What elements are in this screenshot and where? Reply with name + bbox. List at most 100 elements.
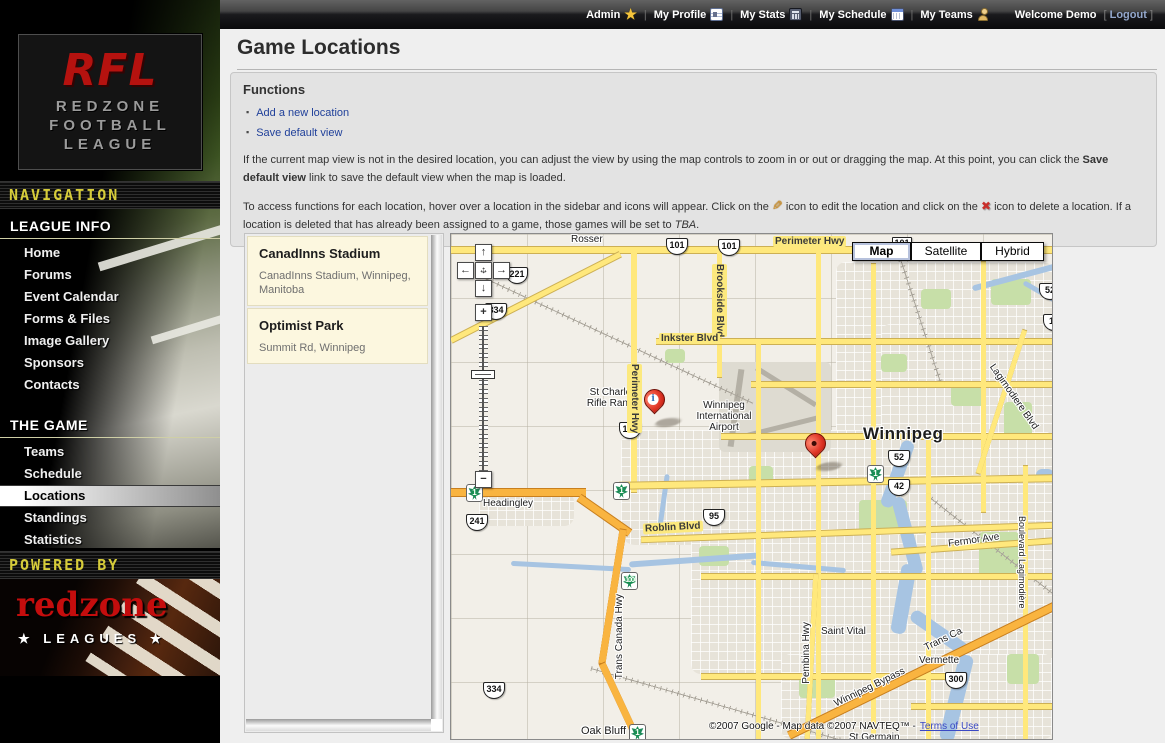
pan-right-button[interactable]: → <box>493 262 510 279</box>
park <box>951 384 985 406</box>
map-label-vermette: Vermette <box>919 655 959 666</box>
top-bar: Admin | My Profile | My Stats | My Sched… <box>220 0 1165 29</box>
map-label-airport: Winnipeg <box>689 400 759 411</box>
red-x-icon <box>981 201 991 213</box>
sidebar-item-teams[interactable]: Teams <box>0 441 220 463</box>
menu-section-the-game: THE GAME <box>0 408 220 438</box>
park <box>921 289 951 309</box>
logout-link[interactable]: Logout <box>1110 9 1147 21</box>
map-label-headingley: Headingley <box>483 498 533 509</box>
zoom-slider-handle[interactable] <box>471 370 495 379</box>
trans-canada-shield: 1 <box>629 724 646 740</box>
map-label-st-germain: St Germain <box>849 732 900 740</box>
leagues-logo-text: ★ LEAGUES ★ <box>18 631 166 647</box>
location-card-optimist-park[interactable]: Optimist Park Summit Rd, Winnipeg <box>247 308 428 364</box>
map-label-pembina: Pembina Hwy <box>801 622 812 684</box>
road-segment <box>816 247 821 739</box>
navigation-banner: NAVIGATION <box>0 181 220 209</box>
sidebar-item-statistics[interactable]: Statistics <box>0 529 220 551</box>
road-segment <box>701 574 1053 579</box>
functions-paragraph-2: To access functions for each location, h… <box>243 197 1144 234</box>
sidebar-item-home[interactable]: Home <box>0 242 220 264</box>
location-list-panel: CanadInns Stadium CanadInns Stadium, Win… <box>244 233 444 733</box>
road-segment <box>981 262 986 512</box>
sidebar-item-standings[interactable]: Standings <box>0 507 220 529</box>
map-copyright: ©2007 Google - Map data ©2007 NAVTEQ™ -T… <box>709 721 979 732</box>
park <box>881 354 907 372</box>
pencil-icon <box>772 201 783 213</box>
welcome-text: Welcome Demo <box>1015 9 1097 21</box>
powered-by-banner: POWERED BY <box>0 551 220 579</box>
separator: | <box>911 9 914 21</box>
trans-canada-shield: 1 <box>613 482 630 500</box>
save-default-view-link[interactable]: Save default view <box>256 127 342 139</box>
sidebar-item-schedule[interactable]: Schedule <box>0 463 220 485</box>
redzone-leagues-logo[interactable]: redzone ★ LEAGUES ★ <box>0 579 220 676</box>
trans-canada-shield: 100 <box>621 572 638 590</box>
sidebar-item-contacts[interactable]: Contacts <box>0 374 220 396</box>
pan-down-button[interactable]: ↓ <box>475 280 492 297</box>
horizontal-scrollbar[interactable] <box>246 719 431 731</box>
road-segment <box>911 704 1053 709</box>
road-segment <box>756 339 761 739</box>
sidebar-item-sponsors[interactable]: Sponsors <box>0 352 220 374</box>
map-type-button-hybrid[interactable]: Hybrid <box>981 242 1044 261</box>
star-glyph: ★ <box>150 631 167 646</box>
my-stats-menu[interactable]: My Stats <box>740 8 802 21</box>
separator: | <box>809 9 812 21</box>
star-glyph: ★ <box>18 631 35 646</box>
trans-canada-shield: 1 <box>867 465 884 483</box>
league-logo-box[interactable]: RFL REDZONE FOOTBALL LEAGUE <box>18 34 202 170</box>
map-label-saint-vital: Saint Vital <box>821 626 866 637</box>
zoom-out-button[interactable]: − <box>475 471 492 488</box>
sidebar-item-event-calendar[interactable]: Event Calendar <box>0 286 220 308</box>
map-label-perimeter-west: Perimeter Hwy <box>627 364 642 433</box>
sidebar-filler <box>0 676 220 743</box>
scrollbar-corner <box>431 719 442 731</box>
map-canvas[interactable]: 101 101 101 221 334 52 10 101 52 42 95 2… <box>450 233 1053 740</box>
map-type-button-satellite[interactable]: Satellite <box>911 242 981 261</box>
tba-emphasis: TBA <box>675 219 696 231</box>
sidebar-item-locations[interactable]: Locations <box>0 485 220 507</box>
functions-title: Functions <box>243 82 1144 97</box>
sidebar-item-image-gallery[interactable]: Image Gallery <box>0 330 220 352</box>
app-window: RFL REDZONE FOOTBALL LEAGUE NAVIGATION L… <box>0 0 1165 743</box>
admin-menu[interactable]: Admin <box>586 6 637 23</box>
zoom-in-button[interactable]: + <box>475 304 492 321</box>
map-type-button-map[interactable]: Map <box>852 242 911 261</box>
logo-line: FOOTBALL <box>19 116 201 135</box>
pan-up-button[interactable]: ↑ <box>475 244 492 261</box>
map-label-brookside: Brookside Blvd <box>712 264 727 337</box>
calculator-icon <box>789 8 802 21</box>
admin-star-icon <box>624 6 637 23</box>
map-label-winnipeg: Winnipeg <box>863 424 943 444</box>
logout-wrap: [ Logout ] <box>1103 9 1153 21</box>
map-label-trans-canada-hwy: Trans Canada Hwy <box>614 594 625 679</box>
recenter-button[interactable]: ↔↕ <box>475 262 492 279</box>
map-label-perimeter-hwy: Perimeter Hwy <box>773 236 846 247</box>
league-logo: RFL REDZONE FOOTBALL LEAGUE <box>0 0 220 181</box>
pan-left-button[interactable]: ← <box>457 262 474 279</box>
location-card-canadinns[interactable]: CanadInns Stadium CanadInns Stadium, Win… <box>247 236 428 306</box>
location-name: CanadInns Stadium <box>259 246 416 261</box>
separator: | <box>644 9 647 21</box>
list-item: Add a new location <box>243 103 1144 123</box>
profile-card-icon <box>710 8 723 21</box>
logo-acronym: RFL <box>19 45 201 97</box>
separator: | <box>730 9 733 21</box>
crosshair-icon: ↕ <box>476 263 491 278</box>
sidebar-item-forms-files[interactable]: Forms & Files <box>0 308 220 330</box>
sidebar-menu: LEAGUE INFO Home Forums Event Calendar F… <box>0 209 220 551</box>
terms-of-use-link[interactable]: Terms of Use <box>920 721 979 732</box>
menu-section-league-info: LEAGUE INFO <box>0 209 220 239</box>
sidebar-item-forums[interactable]: Forums <box>0 264 220 286</box>
person-icon <box>977 8 990 21</box>
road-segment <box>871 264 876 739</box>
zoom-slider-track[interactable] <box>479 326 488 471</box>
my-profile-menu[interactable]: My Profile <box>654 8 724 21</box>
add-location-link[interactable]: Add a new location <box>256 107 349 119</box>
my-teams-menu[interactable]: My Teams <box>920 8 989 21</box>
vertical-scrollbar[interactable] <box>431 235 442 719</box>
my-schedule-menu[interactable]: My Schedule <box>819 8 903 21</box>
location-address: Summit Rd, Winnipeg <box>259 341 416 355</box>
